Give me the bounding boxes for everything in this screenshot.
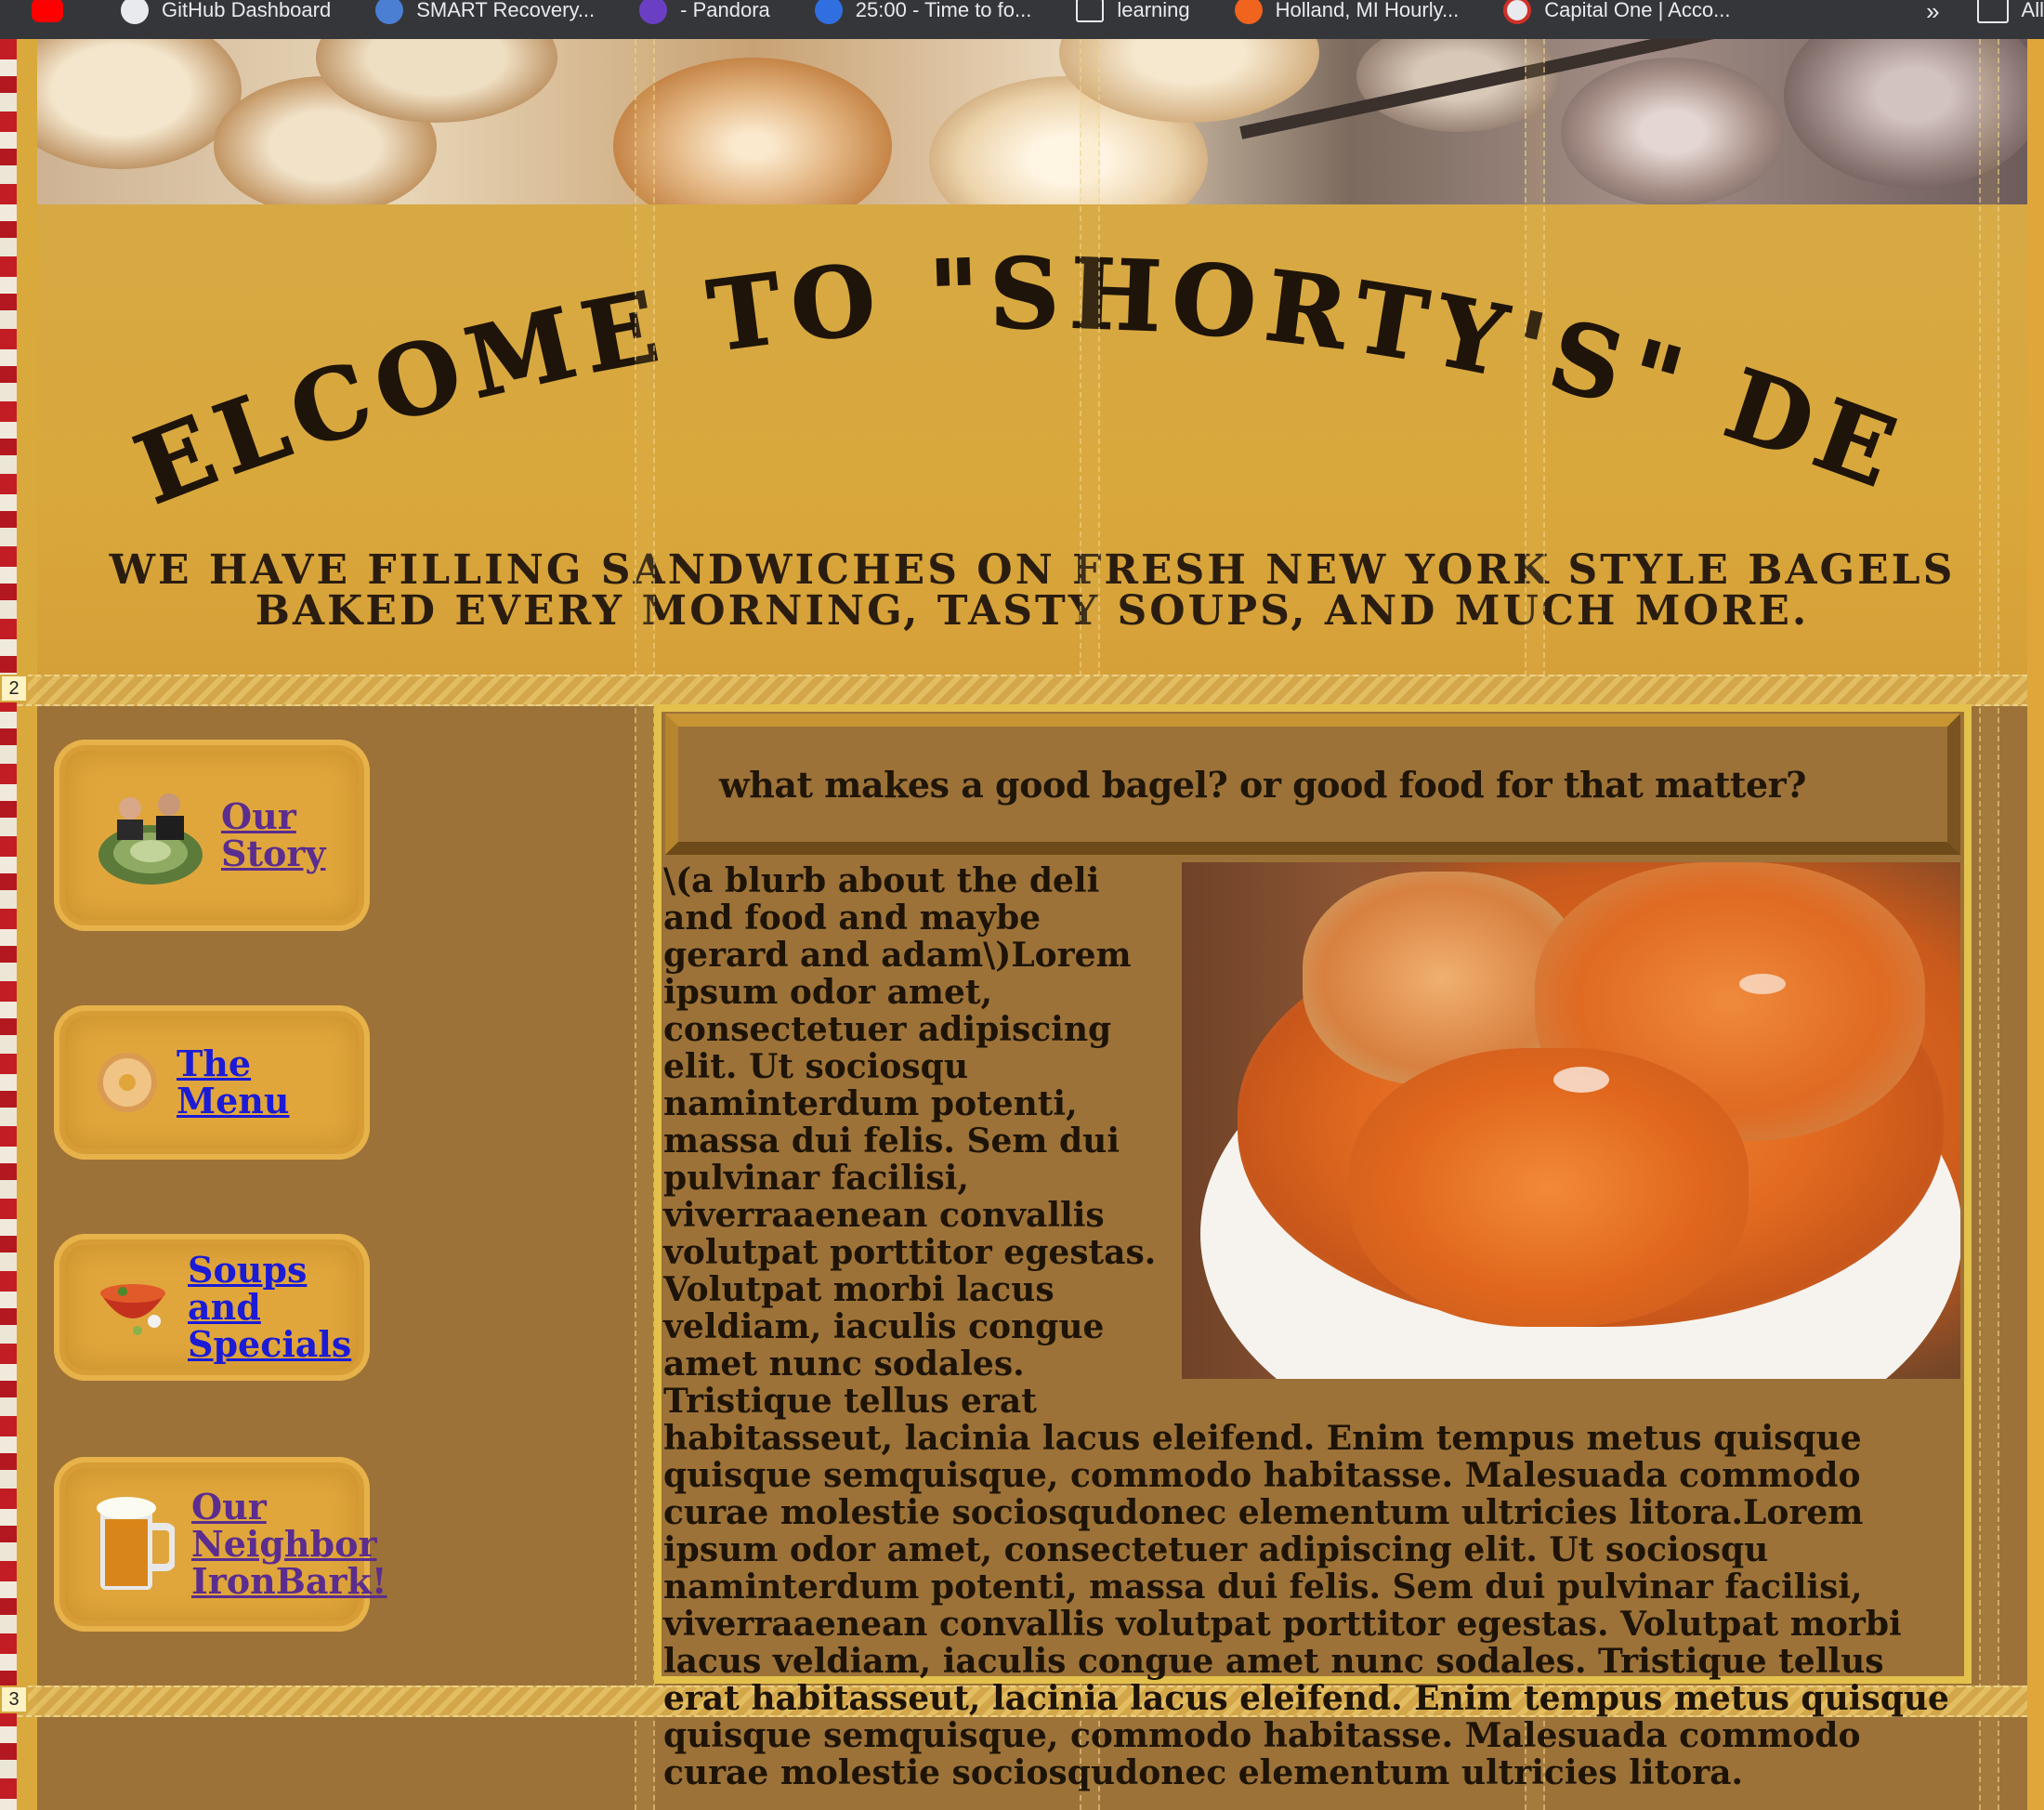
bookmark-label: 25:00 - Time to fo... xyxy=(855,0,1032,21)
bookmark-github[interactable]: GitHub Dashboard xyxy=(121,0,331,24)
soup-bowl-icon xyxy=(100,1284,165,1335)
bookmark-pomodoro[interactable]: 25:00 - Time to fo... xyxy=(814,0,1032,24)
left-gutter xyxy=(17,39,37,1810)
nav-link-the-menu[interactable]: The Menu xyxy=(177,1045,290,1120)
bookmark-label: learning xyxy=(1117,0,1190,21)
bookmark-learning[interactable]: learning xyxy=(1076,0,1190,22)
nav-link-our-story[interactable]: Our Story xyxy=(221,798,325,872)
title-arc: WELCOME TO "SHORTY'S" DELI xyxy=(37,204,1918,527)
bookmark-smart-recovery[interactable]: SMART Recovery... xyxy=(375,0,595,24)
bookmark-weather[interactable]: Holland, MI Hourly... xyxy=(1234,0,1460,24)
content-heading: what makes a good bagel? or good food fo… xyxy=(719,763,1806,806)
grid-row-number: 3 xyxy=(0,1685,28,1713)
more-bookmarks-icon[interactable]: » xyxy=(1926,0,1939,26)
bookmark-youtube[interactable] xyxy=(32,0,76,22)
folder-icon xyxy=(1976,0,2009,23)
decorative-border-strip xyxy=(0,39,17,1810)
grid-row-separator xyxy=(17,675,2027,706)
all-bookmarks-button[interactable]: All xyxy=(1976,0,2044,23)
bookmark-label: Holland, MI Hourly... xyxy=(1275,0,1460,21)
bookmark-label: SMART Recovery... xyxy=(416,0,596,21)
grid-guide-line xyxy=(635,39,655,1810)
grid-row-number: 2 xyxy=(0,675,28,702)
bagel-icon xyxy=(98,1053,157,1112)
smart-recovery-icon xyxy=(375,0,404,24)
pandora-icon xyxy=(639,0,668,24)
bookmark-capital-one[interactable]: Capital One | Acco... xyxy=(1503,0,1730,24)
site-tagline: We have filling sandwiches on fresh New … xyxy=(109,546,1956,635)
right-gutter xyxy=(2027,39,2044,1810)
nav-link-our-neighbor-ironbark[interactable]: Our Neighbor IronBark! xyxy=(191,1489,387,1600)
beer-mug-icon xyxy=(97,1497,175,1590)
bagel-banner-image xyxy=(37,39,2027,204)
nav-button-soups-and-specials[interactable]: Soups and Specials xyxy=(54,1234,370,1381)
nav-button-the-menu[interactable]: The Menu xyxy=(54,1005,370,1160)
youtube-icon xyxy=(32,0,63,22)
folder-icon xyxy=(1076,0,1105,22)
checkmark-icon xyxy=(814,0,843,24)
weather-icon xyxy=(1234,0,1263,24)
site-title: WELCOME TO "SHORTY'S" DELI xyxy=(37,204,1909,527)
all-bookmarks-label: All xyxy=(2021,0,2044,21)
nav-link-soups-and-specials[interactable]: Soups and Specials xyxy=(188,1252,351,1363)
grid-guide-line xyxy=(1979,39,1999,1810)
nav-button-our-neighbor-ironbark[interactable]: Our Neighbor IronBark! xyxy=(54,1457,387,1632)
cabbage-rolls-image xyxy=(1182,862,1960,1379)
bookmark-label: - Pandora xyxy=(680,0,770,21)
owners-cabbage-icon xyxy=(98,794,203,885)
bookmark-pandora[interactable]: - Pandora xyxy=(639,0,770,24)
site-header: WELCOME TO "SHORTY'S" DELI We have filli… xyxy=(37,204,2027,675)
github-icon xyxy=(121,0,149,24)
bookmark-label: Capital One | Acco... xyxy=(1544,0,1731,21)
svg-text:WELCOME TO "SHORTY'S" DELI: WELCOME TO "SHORTY'S" DELI xyxy=(37,204,1918,527)
capital-one-icon xyxy=(1503,0,1532,24)
question-banner: what makes a good bagel? or good food fo… xyxy=(665,714,1960,855)
bookmark-label: GitHub Dashboard xyxy=(162,0,332,21)
nav-button-our-story[interactable]: Our Story xyxy=(54,740,370,931)
content-body: \(a blurb about the deli and food and ma… xyxy=(663,862,1960,1791)
bookmarks-bar: GitHub Dashboard SMART Recovery... - Pan… xyxy=(0,0,2044,39)
